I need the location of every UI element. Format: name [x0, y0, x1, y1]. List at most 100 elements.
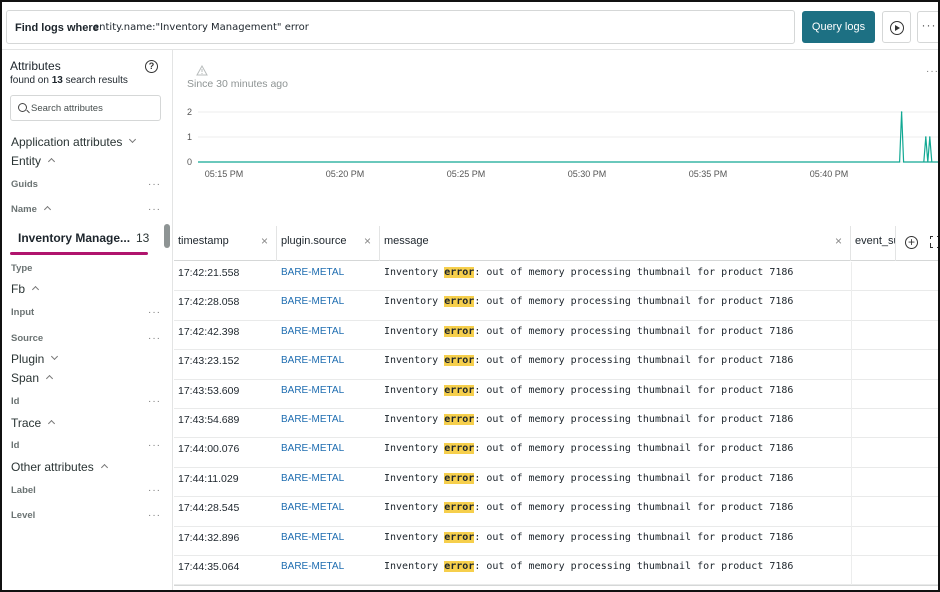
attribute-value-inventory-management[interactable]: Inventory Manage... 13: [10, 223, 150, 257]
value-count: 13: [136, 231, 150, 245]
highlighted-term: error: [444, 296, 475, 308]
level-more-icon[interactable]: ···: [148, 510, 161, 521]
source-more-icon[interactable]: ···: [148, 333, 161, 344]
timestamp-cell: 17:44:28.545: [178, 502, 240, 515]
plugin-source-cell[interactable]: BARE-METAL: [281, 380, 344, 409]
highlighted-term: error: [444, 502, 475, 514]
timestamp-cell: 17:42:21.558: [178, 267, 240, 279]
search-attributes-box[interactable]: [10, 95, 161, 121]
fb-group[interactable]: Fb: [11, 282, 173, 296]
table-row[interactable]: 17:44:32.896 BARE-METAL Inventory error: o…: [174, 527, 938, 556]
x-tick-label: 05:20 PM: [326, 169, 365, 179]
sidebar-title: Attributes: [10, 59, 61, 73]
plugin-source-cell[interactable]: BARE-METAL: [281, 321, 344, 350]
message-cell: Inventory error: out of memory processin…: [384, 296, 794, 308]
label-more-icon[interactable]: ···: [148, 485, 161, 496]
warning-triangle-icon[interactable]: [196, 65, 208, 76]
guids-more-icon[interactable]: ···: [148, 179, 161, 190]
y-tick-label: 2: [187, 107, 192, 117]
chevron-down-icon: [51, 353, 59, 361]
more-options-button[interactable]: ···: [917, 11, 938, 43]
column-divider: [851, 262, 852, 586]
message-cell: Inventory error: out of memory processin…: [384, 355, 794, 367]
plugin-source-cell[interactable]: BARE-METAL: [281, 291, 344, 320]
table-row[interactable]: 17:44:00.076 BARE-METAL Inventory error: o…: [174, 438, 938, 468]
timestamp-cell: 17:42:28.058: [178, 296, 240, 309]
column-header-timestamp[interactable]: timestamp ×: [174, 226, 277, 261]
close-icon[interactable]: ×: [364, 226, 371, 257]
plugin-source-cell[interactable]: BARE-METAL: [281, 497, 344, 526]
plugin-source-cell[interactable]: BARE-METAL: [281, 468, 344, 497]
play-circle-icon: [890, 21, 904, 35]
plugin-source-cell[interactable]: BARE-METAL: [281, 262, 344, 291]
y-tick-label: 1: [187, 132, 192, 142]
table-row[interactable]: 17:43:54.689 BARE-METAL Inventory error: o…: [174, 409, 938, 439]
app-frame: Find logs where entity.name:"Inventory M…: [0, 0, 940, 592]
table-row[interactable]: 17:43:53.609 BARE-METAL Inventory error: o…: [174, 380, 938, 409]
help-icon[interactable]: ?: [145, 60, 158, 73]
data-point: [900, 111, 903, 113]
close-icon[interactable]: ×: [835, 226, 842, 257]
search-attributes-input[interactable]: [31, 100, 156, 116]
time-range-label: Since 30 minutes ago: [187, 78, 288, 90]
query-label: Find logs where: [15, 22, 99, 34]
column-header-message[interactable]: message ×: [380, 226, 851, 261]
query-input[interactable]: Find logs where entity.name:"Inventory M…: [6, 10, 795, 44]
chevron-up-icon: [47, 158, 56, 166]
sidebar-scrollbar[interactable]: [164, 224, 170, 248]
message-cell: Inventory error: out of memory processin…: [384, 561, 794, 572]
log-count-line-chart: 0 1 2 05:15 PM 05:20 PM 05:25 PM 05:30 PM 05:35…: [187, 107, 938, 179]
x-tick-label: 05:15 PM: [205, 169, 244, 179]
plugin-source-cell[interactable]: BARE-METAL: [281, 556, 344, 585]
highlighted-term: error: [444, 355, 475, 367]
close-icon[interactable]: ×: [261, 226, 268, 257]
trace-id-more-icon[interactable]: ···: [148, 440, 161, 451]
chevron-up-icon: [100, 464, 108, 472]
table-row[interactable]: 17:44:35.064 BARE-METAL Inventory error: o…: [174, 556, 938, 586]
application-attributes-section[interactable]: Application attributes: [11, 135, 173, 149]
x-tick-label: 05:40 PM: [810, 169, 849, 179]
highlighted-term: error: [444, 443, 475, 455]
table-row[interactable]: 17:43:23.152 BARE-METAL Inventory error: o…: [174, 350, 938, 380]
name-more-icon[interactable]: ···: [148, 204, 161, 215]
table-row[interactable]: 17:44:28.545 BARE-METAL Inventory error: o…: [174, 497, 938, 527]
logs-table: timestamp × plugin.source × message × event…: [174, 226, 938, 590]
attribute-type[interactable]: Type: [11, 263, 173, 274]
plugin-group[interactable]: Plugin: [11, 352, 173, 366]
column-header-event-summary[interactable]: event_su: [851, 226, 896, 261]
highlighted-term: error: [444, 561, 475, 572]
plugin-source-cell[interactable]: BARE-METAL: [281, 438, 344, 467]
plugin-source-cell[interactable]: BARE-METAL: [281, 527, 344, 556]
play-button[interactable]: [882, 11, 911, 43]
input-more-icon[interactable]: ···: [148, 307, 161, 318]
query-logs-button[interactable]: Query logs: [802, 11, 875, 43]
table-row[interactable]: 17:44:11.029 BARE-METAL Inventory error: o…: [174, 468, 938, 498]
attributes-sidebar: Attributes ? found on 13 search results …: [2, 50, 173, 590]
column-header-plugin-source[interactable]: plugin.source ×: [277, 226, 380, 261]
add-circle-icon[interactable]: +: [905, 236, 918, 249]
table-row[interactable]: 17:42:28.058 BARE-METAL Inventory error: o…: [174, 291, 938, 321]
other-attributes-section[interactable]: Other attributes: [11, 460, 173, 474]
chart-more-options[interactable]: ···: [926, 66, 938, 77]
x-tick-label: 05:30 PM: [568, 169, 607, 179]
x-tick-label: 05:25 PM: [447, 169, 486, 179]
message-cell: Inventory error: out of memory processin…: [384, 267, 794, 278]
table-row[interactable]: 17:42:21.558 BARE-METAL Inventory error: o…: [174, 262, 938, 292]
trace-group[interactable]: Trace: [11, 416, 173, 430]
query-value[interactable]: entity.name:"Inventory Management" error: [93, 22, 309, 33]
plugin-source-cell[interactable]: BARE-METAL: [281, 350, 344, 379]
message-cell: Inventory error: out of memory processin…: [384, 443, 794, 455]
message-cell: Inventory error: out of memory processin…: [384, 502, 794, 514]
entity-group[interactable]: Entity: [11, 154, 173, 168]
span-group[interactable]: Span: [11, 371, 173, 385]
fullscreen-icon[interactable]: [929, 235, 938, 248]
highlighted-term: error: [444, 325, 475, 337]
log-count-chart-panel: Since 30 minutes ago ··· 0 1 2 05:15 PM 05:2…: [174, 50, 938, 230]
message-cell: Inventory error: out of memory processin…: [384, 472, 794, 484]
table-row[interactable]: 17:42:42.398 BARE-METAL Inventory error: o…: [174, 321, 938, 351]
highlighted-term: error: [444, 267, 475, 278]
plugin-source-cell[interactable]: BARE-METAL: [281, 409, 344, 438]
highlighted-term: error: [444, 414, 475, 425]
span-id-more-icon[interactable]: ···: [148, 396, 161, 407]
timestamp-cell: 17:43:53.609: [178, 384, 240, 397]
